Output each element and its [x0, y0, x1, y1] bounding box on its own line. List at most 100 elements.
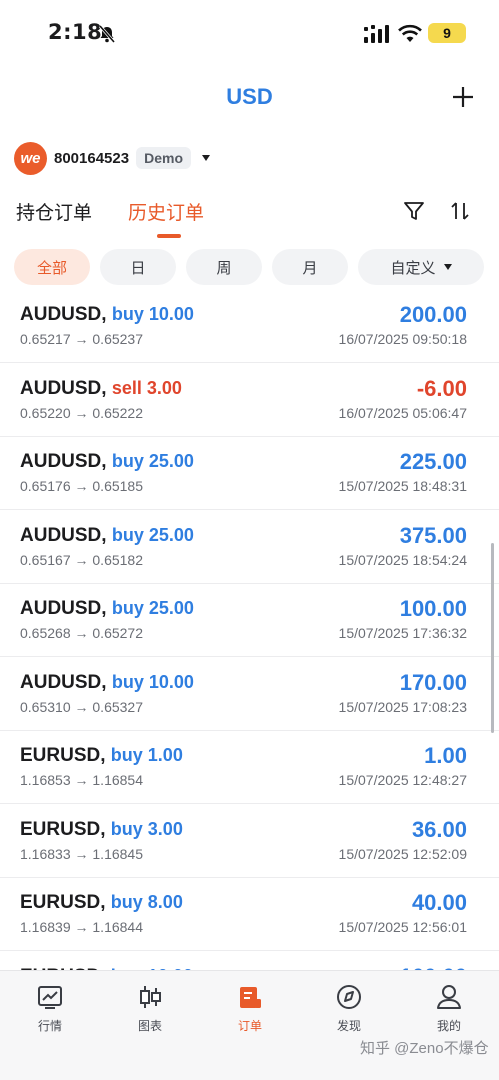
open-price: 0.65217	[20, 331, 71, 347]
open-price: 0.65176	[20, 478, 71, 494]
nav-item-profile[interactable]: 我的	[409, 983, 489, 1034]
chip-day[interactable]: 日	[100, 249, 176, 285]
open-price: 0.65268	[20, 625, 71, 641]
profile-icon	[437, 985, 461, 1009]
order-symbol: AUDUSD, buy 10.00	[20, 672, 194, 694]
order-symbol-text: AUDUSD,	[20, 524, 107, 546]
order-row[interactable]: EURUSD, buy 10.00100.00	[0, 952, 499, 971]
order-profit: 375.00	[399, 522, 467, 548]
order-side: sell 3.00	[111, 377, 182, 398]
close-price: 1.16845	[92, 845, 143, 862]
open-price: 0.65310	[20, 698, 71, 715]
order-close-time: 15/07/2025 18:54:24	[338, 551, 467, 568]
scrollbar[interactable]	[491, 543, 494, 733]
order-symbol-text: AUDUSD,	[20, 671, 107, 693]
order-symbol: AUDUSD, buy 10.00	[20, 304, 194, 326]
order-row[interactable]: EURUSD, buy 8.00 1.16839 → 1.16844 40.00 15…	[0, 878, 499, 951]
order-side: buy 10.00	[111, 304, 194, 324]
nav-item-market[interactable]: 行情	[10, 983, 90, 1034]
order-side: buy 25.00	[111, 451, 194, 471]
order-row[interactable]: EURUSD, buy 1.00 1.16853 → 1.16854 1.00 15/…	[0, 731, 499, 804]
arrow-right-icon: →	[70, 551, 93, 568]
order-symbol-text: AUDUSD,	[20, 598, 107, 619]
sort-icon[interactable]	[449, 200, 471, 222]
order-profit: 100.00	[399, 596, 467, 621]
account-selector[interactable]: we 800164523 Demo	[14, 141, 211, 175]
close-price: 0.65222	[92, 404, 143, 421]
chip-custom[interactable]: 自定义	[358, 249, 484, 285]
close-price: 0.65237	[92, 331, 143, 347]
account-number: 800164523	[54, 149, 130, 167]
market-chart-icon	[38, 986, 62, 1009]
chevron-down-icon	[202, 155, 210, 161]
add-icon[interactable]	[450, 84, 476, 110]
order-symbol: AUDUSD, buy 25.00	[20, 451, 194, 473]
order-tabs: 持仓订单 历史订单	[0, 190, 499, 242]
close-price: 0.65272	[92, 625, 143, 641]
order-prices: 0.65268 → 0.65272	[20, 625, 143, 641]
history-order-list[interactable]: AUDUSD, buy 10.00 0.65217 → 0.65237 200.00…	[0, 290, 499, 970]
chip-label: 日	[130, 259, 146, 277]
bell-muted-icon	[98, 25, 116, 43]
tab-open-orders[interactable]: 持仓订单	[16, 198, 92, 225]
arrow-right-icon: →	[70, 919, 93, 935]
candlestick-icon	[140, 986, 161, 1008]
nav-item-chart[interactable]: 图表	[110, 983, 190, 1034]
nav-label: 行情	[37, 1019, 62, 1033]
order-profit: 225.00	[399, 449, 467, 474]
chip-label: 全部	[36, 259, 67, 277]
arrow-right-icon: →	[70, 404, 93, 421]
nav-label: 图表	[137, 1019, 162, 1033]
broker-logo: we	[14, 141, 47, 175]
order-row[interactable]: AUDUSD, buy 10.00 0.65310 → 0.65327 170.00…	[0, 658, 499, 731]
arrow-right-icon: →	[70, 845, 93, 862]
tab-history-orders[interactable]: 历史订单	[128, 198, 204, 225]
order-row[interactable]: AUDUSD, buy 10.00 0.65217 → 0.65237 200.00…	[0, 290, 499, 363]
order-prices: 0.65220 → 0.65222	[20, 405, 143, 421]
order-side: buy 3.00	[110, 818, 183, 839]
nav-item-orders[interactable]: 订单	[210, 983, 290, 1034]
status-time: 2:18	[48, 20, 103, 44]
nav-label: 我的	[436, 1019, 461, 1033]
order-close-time: 15/07/2025 12:48:27	[338, 772, 467, 788]
header: USD	[0, 66, 499, 126]
order-row[interactable]: AUDUSD, buy 25.00 0.65176 → 0.65185 225.00…	[0, 437, 499, 510]
page-title: USD	[226, 84, 273, 109]
order-prices: 0.65310 → 0.65327	[20, 699, 143, 715]
order-profit: 1.00	[424, 743, 467, 768]
order-row[interactable]: EURUSD, buy 3.00 1.16833 → 1.16845 36.00 15…	[0, 805, 499, 878]
chevron-down-icon	[443, 264, 452, 270]
nav-item-discover[interactable]: 发现	[309, 983, 389, 1034]
watermark: 知乎 @Zeno不爆仓	[360, 1040, 489, 1057]
filter-icon[interactable]	[403, 200, 425, 222]
order-prices: 0.65167 → 0.65182	[20, 552, 143, 568]
wifi-icon	[398, 24, 422, 42]
order-row[interactable]: AUDUSD, buy 25.00 0.65268 → 0.65272 100.00…	[0, 584, 499, 657]
order-profit: 36.00	[411, 816, 467, 842]
order-close-time: 15/07/2025 17:08:23	[338, 698, 467, 715]
orders-icon	[240, 987, 261, 1008]
order-symbol-text: EURUSD,	[20, 892, 106, 913]
close-price: 0.65182	[92, 551, 143, 568]
order-side: buy 8.00	[110, 892, 183, 912]
order-symbol-text: AUDUSD,	[20, 451, 107, 472]
order-row[interactable]: AUDUSD, sell 3.00 0.65220 → 0.65222 -6.00 1…	[0, 364, 499, 437]
chip-all[interactable]: 全部	[14, 249, 90, 285]
order-side: buy 1.00	[110, 745, 183, 765]
order-row[interactable]: AUDUSD, buy 25.00 0.65167 → 0.65182 375.00…	[0, 511, 499, 584]
chip-week[interactable]: 周	[186, 249, 262, 285]
close-price: 0.65185	[92, 478, 143, 494]
nav-label: 订单	[237, 1019, 262, 1033]
order-profit: -6.00	[416, 375, 467, 401]
arrow-right-icon: →	[70, 772, 93, 788]
order-close-time: 15/07/2025 17:36:32	[338, 625, 467, 641]
account-type-badge: Demo	[136, 147, 191, 169]
arrow-right-icon: →	[70, 478, 93, 494]
close-price: 1.16854	[92, 772, 143, 788]
order-symbol-text: AUDUSD,	[20, 304, 107, 325]
battery-indicator: 9	[428, 23, 466, 43]
order-close-time: 15/07/2025 12:56:01	[338, 919, 467, 935]
nav-label: 发现	[336, 1019, 361, 1033]
order-symbol-text: AUDUSD,	[20, 377, 107, 399]
chip-month[interactable]: 月	[272, 249, 348, 285]
